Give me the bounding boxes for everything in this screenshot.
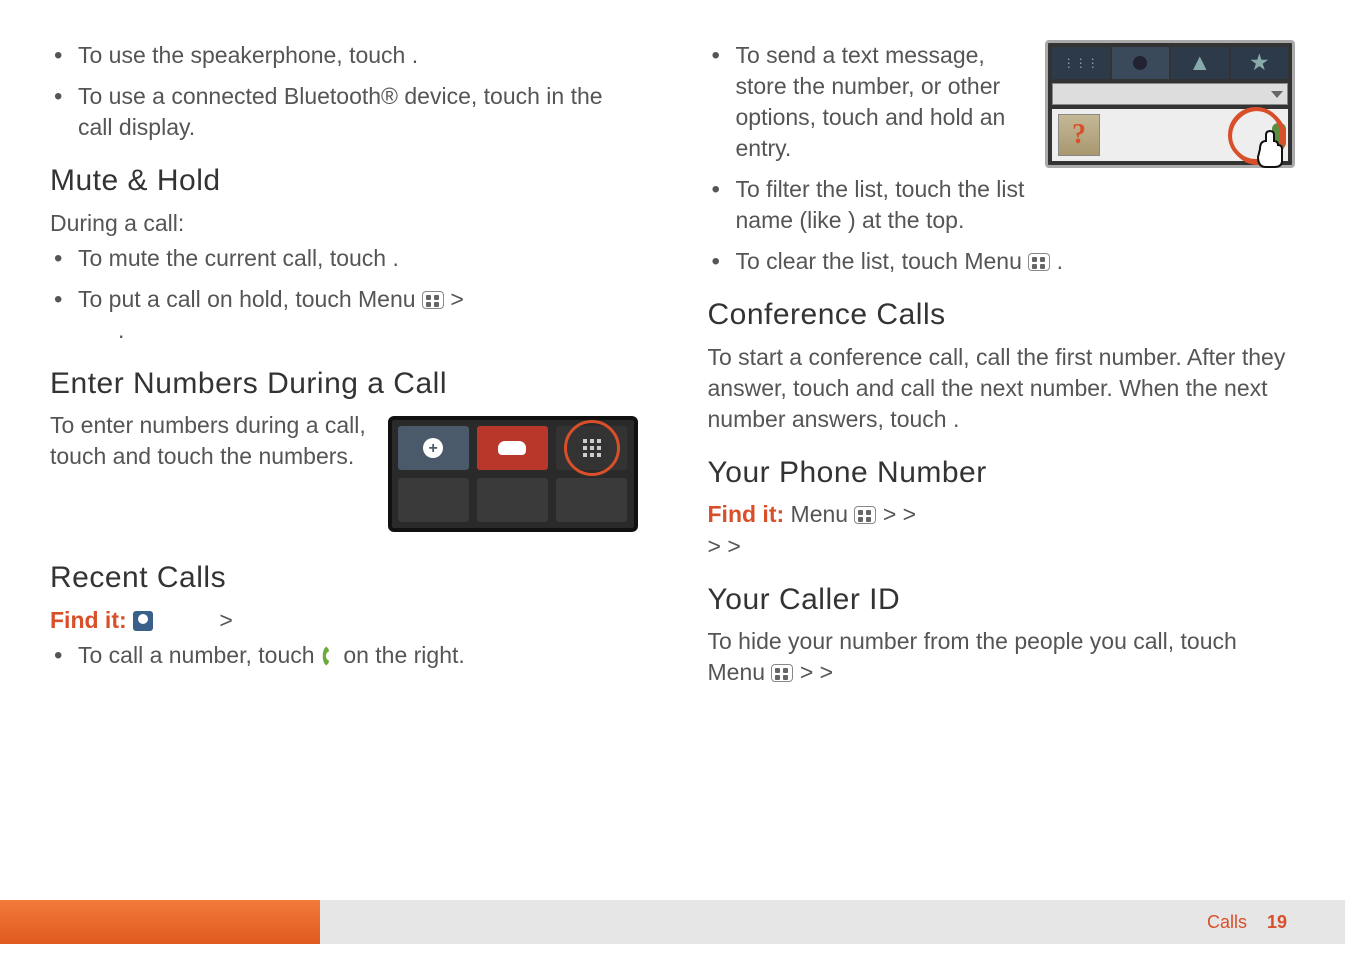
menu-icon [422,291,444,309]
heading-conference: Conference Calls [708,295,1296,336]
bullet-clear-list: To clear the list, touch Menu . [736,246,1296,277]
end-call-button [477,426,548,470]
page-footer: Calls 19 [0,900,1345,944]
footer-page-number: 19 [1267,912,1287,933]
menu-icon [771,664,793,682]
footer-accent-bar [0,900,320,944]
bullet-hold: To put a call on hold, touch Menu > . [78,284,638,346]
hold-line2: . [78,317,124,343]
softkey-blank [398,478,469,522]
bullet-mute: To mute the current call, touch . [78,243,638,274]
bullet-filter-list: To filter the list, touch the list name … [736,174,1296,236]
recent-call-post: on the right. [343,642,464,668]
findit-label: Find it: [50,607,133,633]
heading-caller-id: Your Caller ID [708,580,1296,621]
left-column: To use the speakerphone, touch . To use … [50,40,638,870]
yn-gt2: > > [708,533,741,559]
menu-icon [1028,253,1050,271]
heading-your-number: Your Phone Number [708,453,1296,494]
findit-gt: > [159,607,232,633]
heading-enter-numbers: Enter Numbers During a Call [50,364,638,405]
dialpad-grid-button [556,426,627,470]
softkey-blank [477,478,548,522]
menu-icon [854,506,876,524]
right-column: ⋮⋮⋮ ▲ ★ ? [708,40,1296,870]
your-number-findit: Find it: Menu > > > > [708,499,1296,561]
softkey-blank [556,478,627,522]
mute-intro: During a call: [50,208,638,239]
bullet-speakerphone: To use the speakerphone, touch . [78,40,638,71]
footer-section-label: Calls [1207,912,1247,933]
highlight-ring-icon [564,420,620,476]
recent-call-pre: To call a number, touch [78,642,321,668]
call-handset-icon [321,644,337,666]
hold-text-post: > [450,286,463,312]
add-call-button: + [398,426,469,470]
conference-text: To start a conference call, call the fir… [708,342,1296,435]
bullet-send-text: To send a text message, store the number… [736,40,1296,164]
heading-mute-hold: Mute & Hold [50,161,638,202]
clear-pre: To clear the list, touch Menu [736,248,1029,274]
footer-text: Calls 19 [320,900,1345,944]
caller-post: > > [800,659,833,685]
yn-gt1: > > [883,501,916,527]
hold-text-pre: To put a call on hold, touch Menu [78,286,422,312]
findit-label: Find it: [708,501,791,527]
caller-id-text: To hide your number from the people you … [708,626,1296,688]
dialpad-screenshot: + [388,416,638,532]
bullet-bluetooth: To use a connected Bluetooth® device, to… [78,81,638,143]
recent-findit-line: Find it: > [50,605,638,636]
clear-post: . [1057,248,1063,274]
yn-menu-word: Menu [791,501,855,527]
heading-recent-calls: Recent Calls [50,558,638,599]
phone-app-icon [133,611,153,631]
bullet-recent-call: To call a number, touch on the right. [78,640,638,671]
